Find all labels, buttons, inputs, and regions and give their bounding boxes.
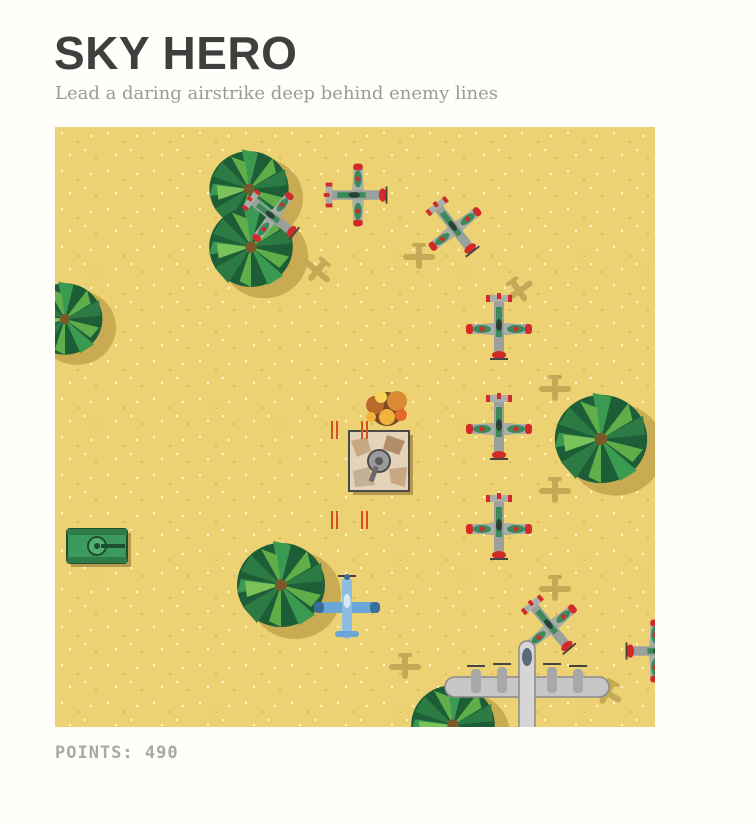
points-value: 490 xyxy=(144,743,179,763)
camo-bunker[interactable] xyxy=(348,430,413,495)
green-tank[interactable] xyxy=(66,528,131,567)
points-label: POINTS: xyxy=(55,743,134,763)
game-subtitle: Lead a daring airstrike deep behind enem… xyxy=(55,83,498,104)
game-title: SKY HERO xyxy=(54,27,298,79)
game-canvas[interactable] xyxy=(55,127,655,727)
points-display: POINTS: 490 xyxy=(55,742,179,764)
